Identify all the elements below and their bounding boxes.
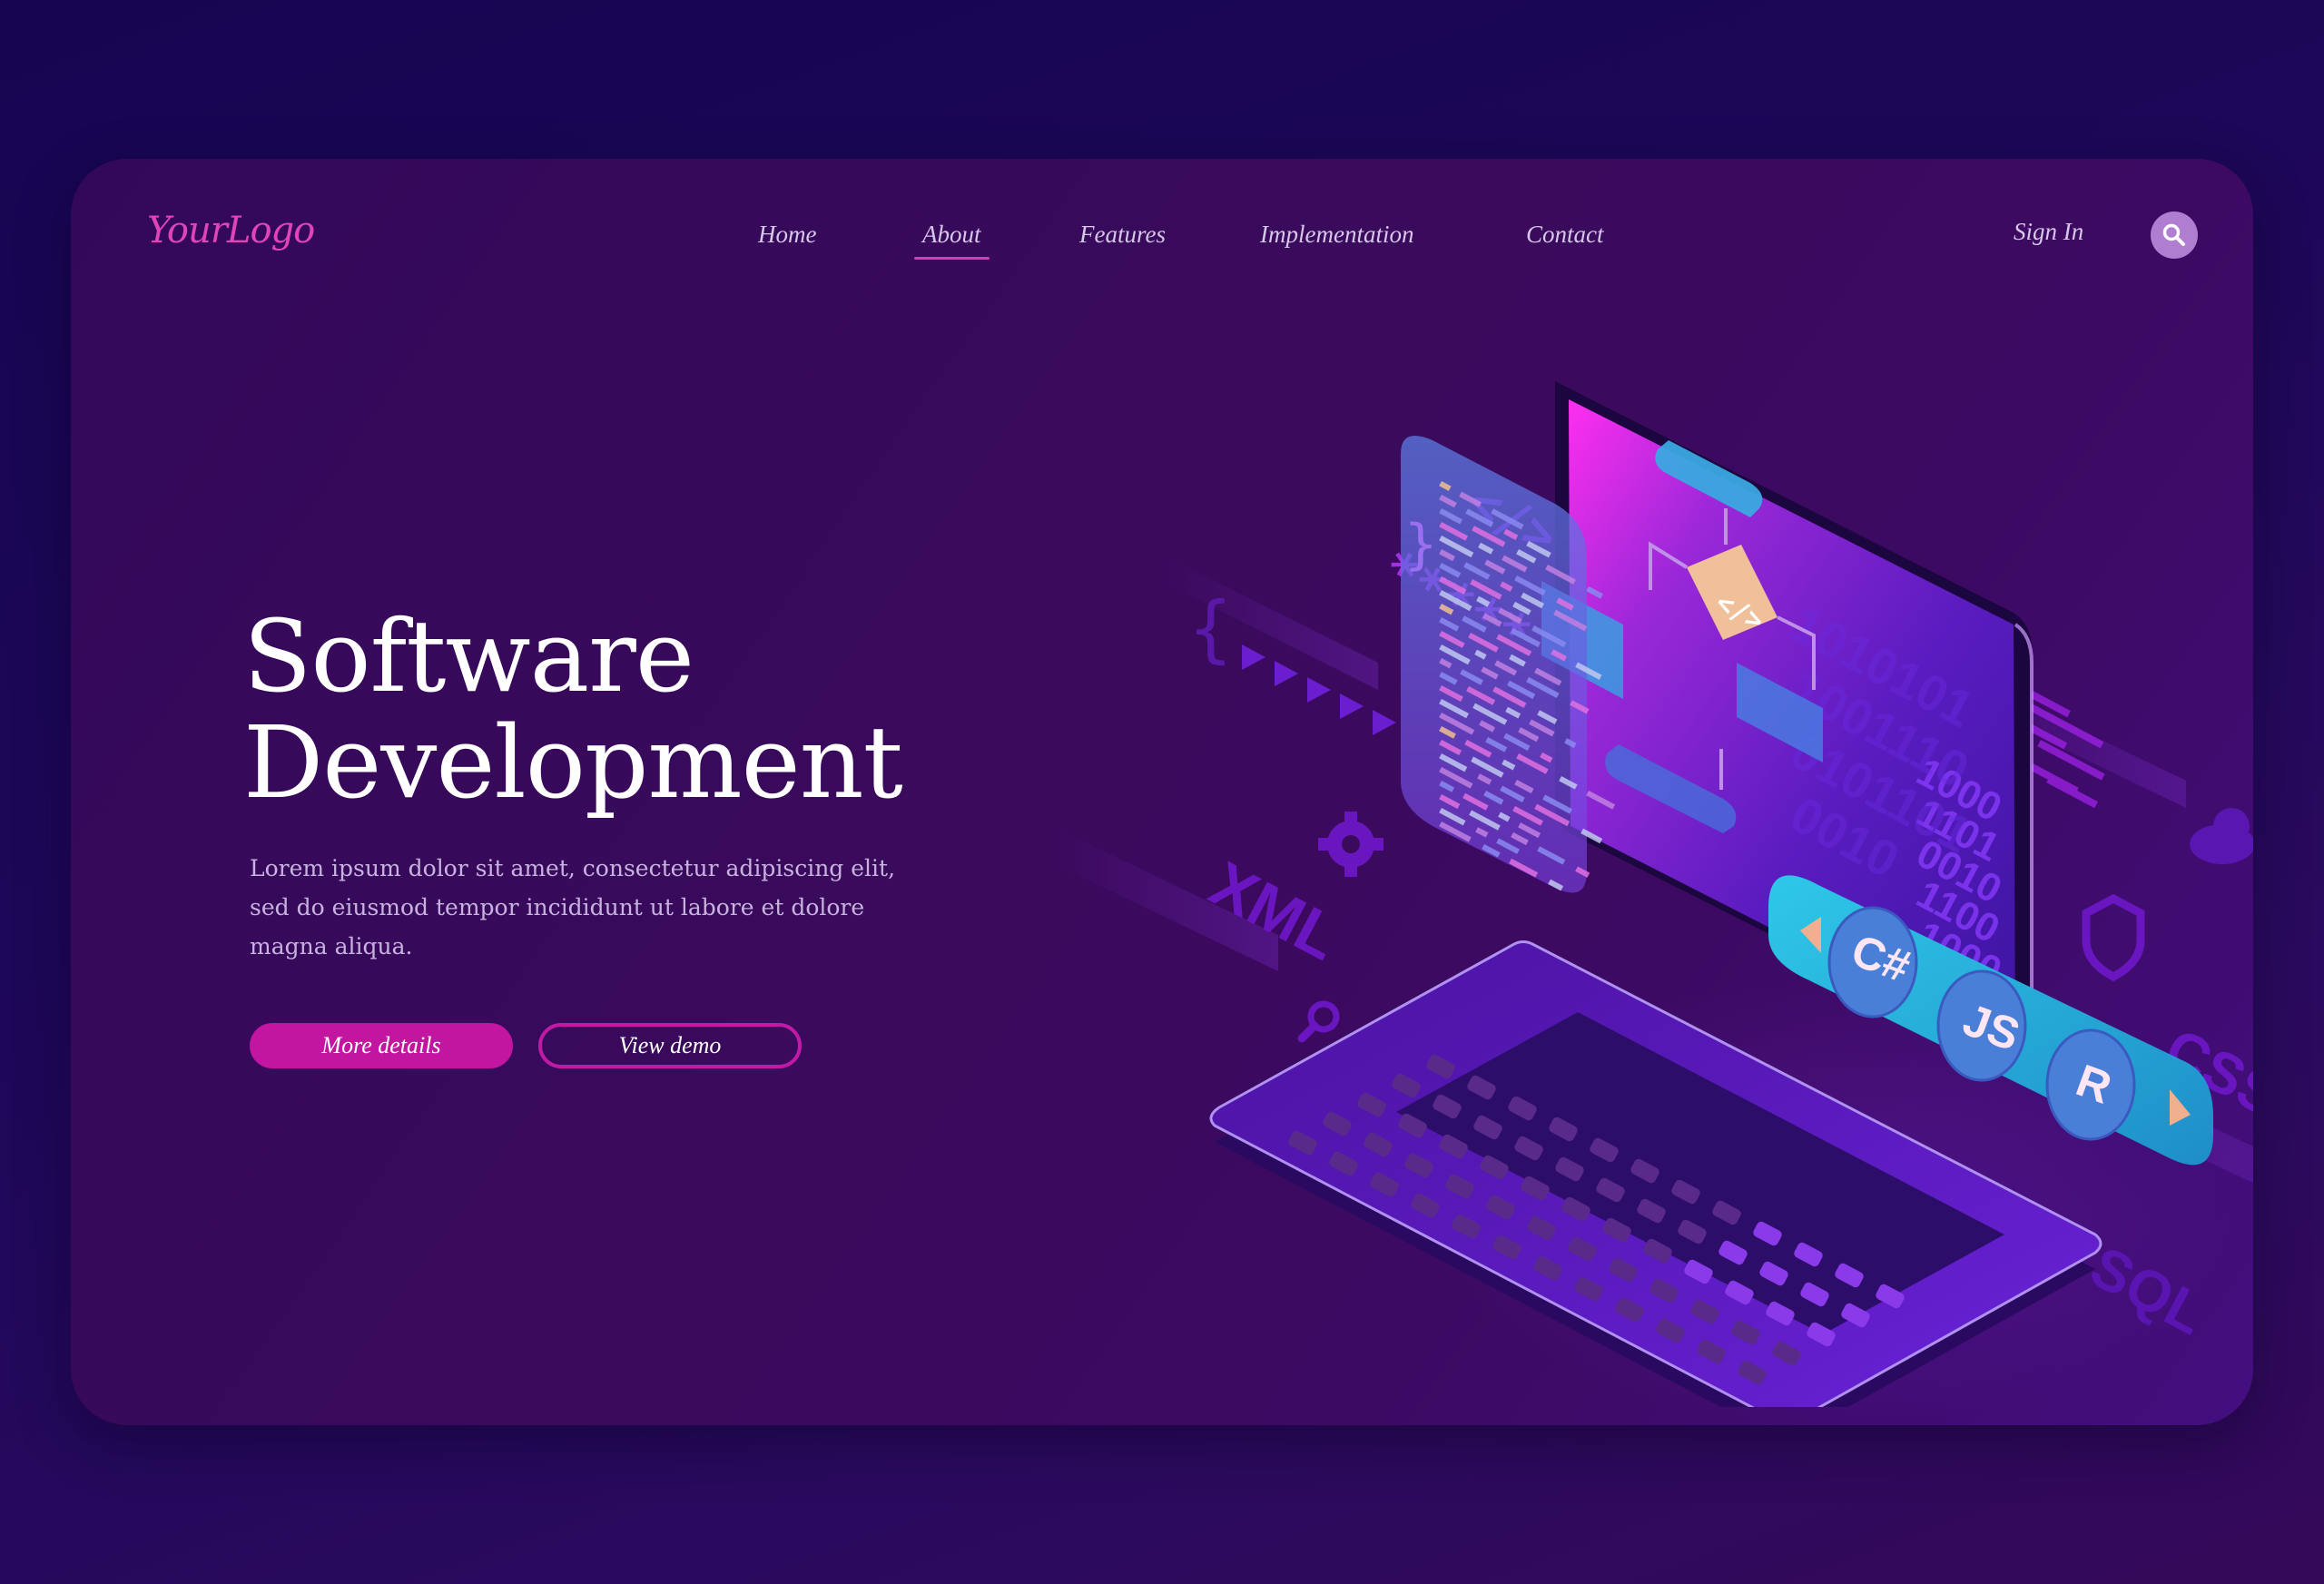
nav-implementation[interactable]: Implementation — [1260, 221, 1413, 249]
chip-r[interactable]: R — [2045, 1028, 2136, 1141]
laptop-illustration: XML PHP CSS SQL </> ***** { — [1051, 381, 2253, 1407]
brace-in-panel: } — [1403, 513, 1438, 576]
title-line-1: Software — [243, 598, 694, 714]
chip-csharp[interactable]: C# — [1827, 906, 1918, 1018]
cloud-icon — [2190, 808, 2253, 864]
brace-icon: { — [1187, 586, 1234, 671]
nav-features[interactable]: Features — [1079, 221, 1166, 249]
nav-home[interactable]: Home — [758, 221, 816, 249]
search-button[interactable] — [2151, 212, 2198, 259]
chip-js[interactable]: JS — [1936, 969, 2027, 1082]
view-demo-button[interactable]: View demo — [538, 1023, 802, 1068]
page-title: Software Development — [243, 598, 903, 821]
shield-icon — [2082, 893, 2145, 982]
sign-in-link[interactable]: Sign In — [2014, 218, 2083, 246]
hero-description: Lorem ipsum dolor sit amet, consectetur … — [250, 855, 896, 959]
logo[interactable]: YourLogo — [147, 210, 315, 251]
nav-about[interactable]: About — [914, 221, 989, 260]
title-line-2: Development — [243, 704, 903, 821]
gear-icon — [1318, 812, 1384, 877]
magnifier-icon — [1297, 1000, 1340, 1043]
landing-card: YourLogo Home About Features Implementat… — [71, 159, 2253, 1425]
nav-contact[interactable]: Contact — [1526, 221, 1604, 249]
search-icon — [2162, 223, 2185, 246]
label-sql: SQL — [2080, 1234, 2216, 1347]
more-details-button[interactable]: More details — [250, 1023, 513, 1068]
